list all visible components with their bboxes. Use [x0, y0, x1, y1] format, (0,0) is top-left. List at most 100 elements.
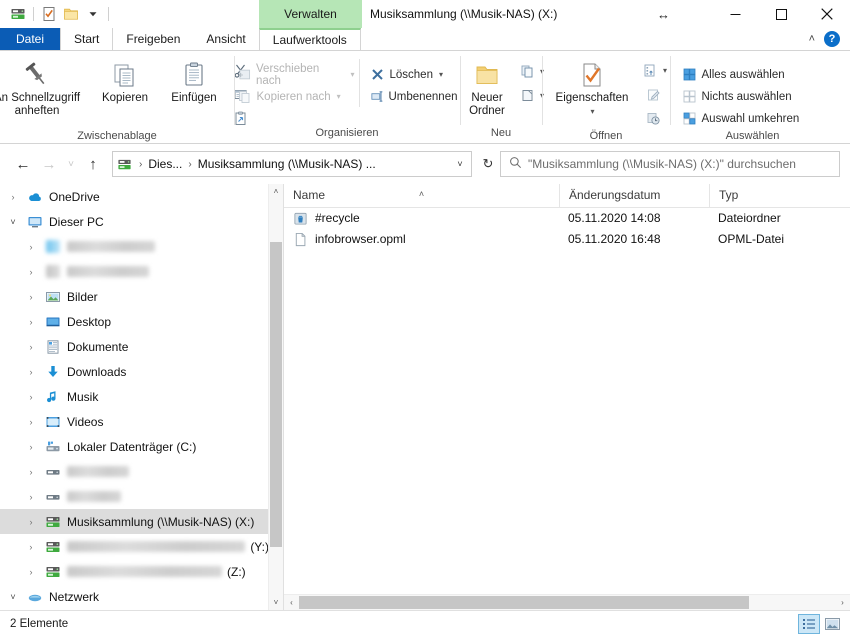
paste-button[interactable]: Einfügen [159, 55, 229, 105]
help-icon[interactable]: ? [824, 31, 840, 47]
scroll-thumb[interactable] [270, 242, 282, 547]
expander-icon[interactable]: › [20, 417, 42, 427]
sidebar-item-redacted-drive-1[interactable]: › [0, 459, 269, 484]
breadcrumb-separator-2[interactable]: › [184, 159, 195, 170]
tab-laufwerktools[interactable]: Laufwerktools [258, 28, 361, 50]
sidebar-item-redacted-1[interactable]: › [0, 234, 269, 259]
column-headers: Name ˄ Änderungsdatum Typ [284, 184, 850, 208]
expander-icon[interactable]: › [20, 317, 42, 327]
forward-button[interactable]: → [36, 151, 62, 177]
new-folder-button[interactable]: Neuer Ordner [458, 55, 516, 117]
column-modified[interactable]: Änderungsdatum [559, 184, 709, 207]
up-button[interactable]: ↑ [80, 151, 106, 177]
select-none-icon [683, 90, 695, 103]
column-name[interactable]: Name ˄ [284, 184, 559, 207]
tab-freigeben[interactable]: Freigeben [113, 28, 193, 50]
properties-button[interactable]: Eigenschaften ▾ [545, 55, 639, 118]
navigation-scrollbar[interactable]: ˄ ˅ [268, 184, 283, 610]
sidebar-item-this-pc[interactable]: ˅ Dieser PC [0, 209, 269, 234]
expander-icon[interactable]: › [20, 242, 42, 252]
hscroll-right-button[interactable]: › [835, 595, 850, 610]
move-to-button[interactable]: Verschieben nach ▾ [233, 63, 359, 87]
ribbon: An Schnellzugriff anheften Kopieren Einf… [0, 50, 850, 144]
hscroll-left-button[interactable]: ‹ [284, 595, 299, 610]
sidebar-item-desktop[interactable]: › Desktop [0, 309, 269, 334]
rename-button[interactable]: Umbenennen [366, 86, 462, 107]
tab-start[interactable]: Start [60, 28, 114, 50]
sidebar-item-videos[interactable]: › Videos [0, 409, 269, 434]
redacted-blue-icon [42, 240, 64, 253]
expander-icon[interactable]: › [20, 442, 42, 452]
details-view-button[interactable] [798, 613, 820, 634]
sidebar-item-musik[interactable]: › Musik [0, 384, 269, 409]
scroll-track[interactable] [269, 199, 283, 595]
scroll-up-button[interactable]: ˄ [269, 184, 283, 199]
expander-icon[interactable]: › [2, 192, 24, 202]
redacted-label [67, 241, 155, 252]
expander-icon[interactable]: › [20, 392, 42, 402]
breadcrumb-drive[interactable]: Musiksammlung (\\Musik-NAS) ... [196, 157, 378, 171]
sidebar-item-redacted-drive-z[interactable]: › (Z:) [0, 559, 269, 584]
sidebar-item-bilder[interactable]: › Bilder [0, 284, 269, 309]
sidebar-item-musiksammlung-x[interactable]: › Musiksammlung (\\Musik-NAS) (X:) [0, 509, 269, 534]
scroll-down-button[interactable]: ˅ [269, 595, 283, 610]
large-icons-view-button[interactable] [822, 615, 842, 633]
sidebar-item-local-disk-c[interactable]: › Lokaler Datenträger (C:) [0, 434, 269, 459]
expander-icon[interactable]: › [20, 542, 42, 552]
address-bar[interactable]: › Dies... › Musiksammlung (\\Musik-NAS) … [112, 151, 472, 177]
refresh-button[interactable]: ↻ [476, 152, 500, 176]
expander-icon[interactable]: › [20, 467, 42, 477]
expander-icon[interactable]: › [20, 567, 42, 577]
back-button[interactable]: ← [10, 151, 36, 177]
select-none-button[interactable]: Nichts auswählen [678, 86, 828, 107]
maximize-button[interactable] [758, 0, 804, 28]
edit-icon[interactable] [642, 83, 664, 105]
breadcrumb-this-pc[interactable]: Dies... [146, 157, 184, 171]
pin-label-line2: anheften [14, 104, 60, 117]
minimize-button[interactable] [712, 0, 758, 28]
sidebar-item-label: Dokumente [67, 339, 129, 354]
expander-icon[interactable]: ˅ [2, 217, 24, 227]
tab-ansicht[interactable]: Ansicht [193, 28, 258, 50]
open-with-button[interactable]: ▾ [639, 59, 667, 81]
close-button[interactable] [804, 0, 850, 28]
search-box[interactable]: "Musiksammlung (\\Musik-NAS) (X:)" durch… [500, 151, 840, 177]
pin-to-quick-access-button[interactable]: An Schnellzugriff anheften [0, 55, 91, 117]
new-folder-icon[interactable] [60, 3, 82, 25]
breadcrumb-separator-1[interactable]: › [135, 159, 146, 170]
select-all-button[interactable]: Alles auswählen [678, 64, 828, 85]
properties-icon[interactable] [38, 3, 60, 25]
expander-icon[interactable]: › [20, 292, 42, 302]
expander-icon[interactable]: › [20, 492, 42, 502]
history-icon[interactable] [642, 107, 664, 129]
expander-icon[interactable]: ˅ [2, 592, 24, 602]
copy-button[interactable]: Kopieren [91, 55, 159, 105]
sidebar-item-dokumente[interactable]: › Dokumente [0, 334, 269, 359]
recent-locations-button[interactable]: ˅ [62, 151, 80, 177]
tab-datei[interactable]: Datei [0, 28, 61, 50]
column-type[interactable]: Typ [709, 184, 821, 207]
hscroll-thumb[interactable] [299, 596, 749, 609]
invert-selection-button[interactable]: Auswahl umkehren [678, 108, 828, 129]
sidebar-item-redacted-drive-2[interactable]: › [0, 484, 269, 509]
expander-icon[interactable]: › [20, 517, 42, 527]
expander-icon[interactable]: › [20, 367, 42, 377]
sidebar-item-downloads[interactable]: › Downloads [0, 359, 269, 384]
sidebar-item-redacted-2[interactable]: › [0, 259, 269, 284]
expander-icon[interactable]: › [20, 267, 42, 277]
hscroll-track[interactable] [299, 595, 835, 610]
copy-to-button[interactable]: Kopieren nach ▾ [233, 86, 359, 107]
file-list-hscrollbar[interactable]: ‹ › [284, 594, 850, 610]
table-row[interactable]: infobrowser.opml 05.11.2020 16:48 OPML-D… [284, 229, 850, 250]
network-drive-icon[interactable] [7, 3, 29, 25]
delete-button[interactable]: Löschen ▾ [366, 64, 462, 85]
customize-caret-icon[interactable] [82, 3, 104, 25]
address-dropdown-icon[interactable]: ˅ [449, 159, 471, 169]
expander-icon[interactable]: › [20, 342, 42, 352]
sidebar-item-redacted-drive-y[interactable]: › (Y:) [0, 534, 269, 559]
table-row[interactable]: #recycle 05.11.2020 14:08 Dateiordner [284, 208, 850, 229]
collapse-ribbon-icon[interactable]: ˄ [809, 33, 815, 45]
sidebar-item-onedrive[interactable]: › OneDrive [0, 184, 269, 209]
copy-label: Kopieren [101, 92, 149, 104]
sidebar-item-netzwerk[interactable]: ˅ Netzwerk [0, 584, 269, 609]
